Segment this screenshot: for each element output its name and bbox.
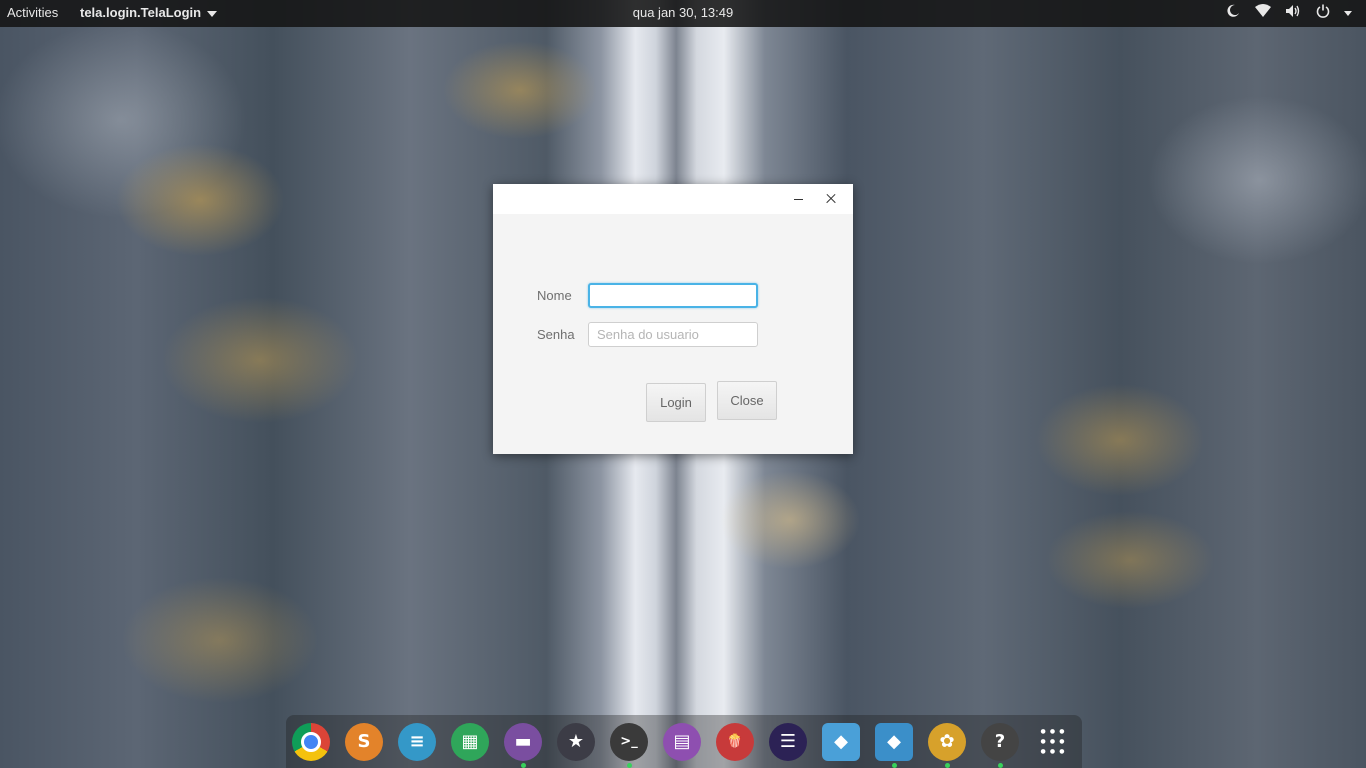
dock-item[interactable]: ▤ [663, 722, 701, 761]
clock-button[interactable]: qua jan 30, 13:49 [633, 5, 733, 20]
terminal-icon: >_ [610, 722, 648, 761]
close-icon[interactable] [821, 189, 841, 209]
bookmark-app-icon: ★ [557, 722, 595, 761]
activities-button[interactable]: Activities [7, 5, 58, 20]
dialog-titlebar[interactable] [493, 184, 853, 214]
login-dialog: Nome Senha Login Close [493, 184, 853, 454]
senha-label: Senha [537, 327, 575, 342]
text-editor-icon: ≡ [398, 722, 436, 761]
night-light-icon [1224, 4, 1242, 22]
mysql-workbench-icon: ✿ [928, 722, 966, 761]
spreadsheet-icon: ▦ [451, 722, 489, 761]
running-indicator [627, 762, 632, 768]
dock-item[interactable]: S [345, 722, 383, 761]
virtualbox-vm-icon: ◆ [875, 722, 913, 761]
dock-item[interactable]: ● ● ● ● ● ● ● ● ● [1034, 723, 1072, 761]
dock-item[interactable] [292, 722, 330, 761]
top-bar: Activities tela.login.TelaLogin qua jan … [0, 0, 1366, 27]
login-button[interactable]: Login [646, 383, 706, 422]
chevron-down-icon [207, 10, 218, 17]
dock-item[interactable]: ◆ [875, 722, 913, 768]
system-tray[interactable] [1224, 4, 1352, 22]
volume-icon [1284, 4, 1302, 22]
dock-item[interactable]: ▦ [451, 722, 489, 761]
document-viewer-icon: ▤ [663, 722, 701, 761]
dock-item[interactable]: ★ [557, 722, 595, 761]
dock-item[interactable]: ☰ [769, 722, 807, 761]
wifi-icon [1254, 4, 1272, 22]
chrome-icon [292, 722, 330, 761]
dock-item[interactable]: ≡ [398, 722, 436, 761]
eclipse-icon: ☰ [769, 722, 807, 761]
close-button[interactable]: Close [717, 381, 777, 420]
senha-input[interactable] [588, 322, 758, 347]
nome-label: Nome [537, 288, 572, 303]
chevron-down-icon [1344, 10, 1352, 16]
nome-input[interactable] [588, 283, 758, 308]
minimize-icon[interactable] [789, 189, 809, 209]
app-menu-label: tela.login.TelaLogin [80, 5, 202, 20]
app-menu-button[interactable]: tela.login.TelaLogin [80, 5, 218, 20]
dock: S ≡ ▦ ▬ ★ >_ ▤ 🍿 ☰ ◆ ◆ ✿? ● ● ● ● ● ● ● ● ● [286, 715, 1082, 768]
running-indicator [998, 762, 1003, 768]
running-indicator [521, 762, 526, 768]
dock-item[interactable]: ▬ [504, 722, 542, 768]
power-icon [1314, 4, 1332, 22]
files-icon: ▬ [504, 722, 542, 761]
dock-item[interactable]: ✿ [928, 722, 966, 768]
dock-item[interactable]: >_ [610, 722, 648, 768]
running-indicator [945, 762, 950, 768]
desktop: Activities tela.login.TelaLogin qua jan … [0, 0, 1366, 768]
sublime-text-icon: S [345, 722, 383, 761]
show-applications-icon: ● ● ● ● ● ● ● ● ● [1040, 727, 1066, 755]
dock-item[interactable]: 🍿 [716, 722, 754, 761]
running-indicator [892, 762, 897, 768]
popcorn-time-icon: 🍿 [716, 722, 754, 761]
dock-item[interactable]: ◆ [822, 722, 860, 761]
dock-item[interactable]: ? [981, 722, 1019, 768]
virtualbox-icon: ◆ [822, 722, 860, 761]
unknown-app-icon: ? [981, 722, 1019, 761]
